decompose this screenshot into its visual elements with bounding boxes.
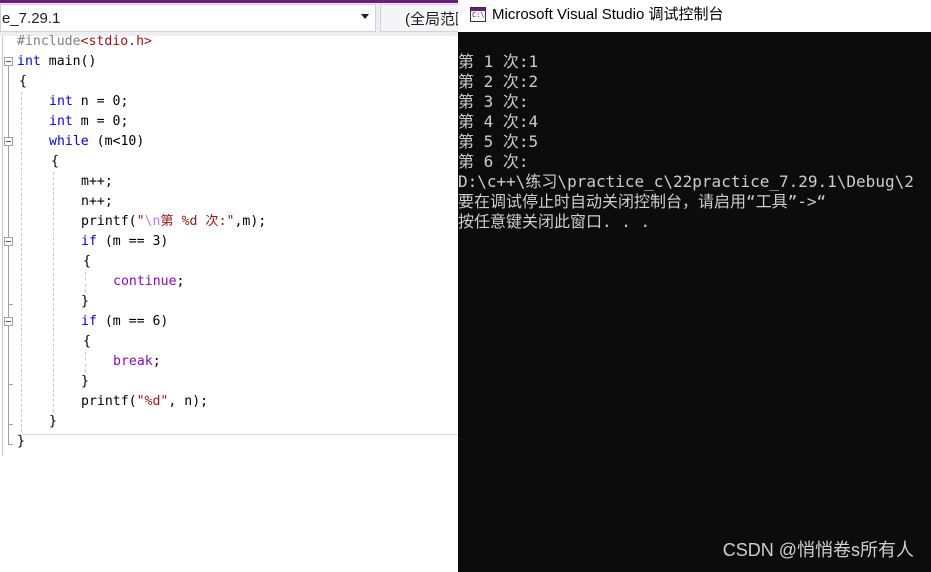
code-line[interactable]: while (m<10)	[49, 132, 144, 152]
keyword-token: if	[81, 314, 97, 329]
scope-dropdown-label: (全局范围)	[405, 10, 458, 28]
current-line-marker	[17, 434, 458, 435]
fold-toggle-icon[interactable]	[4, 237, 13, 246]
fold-line	[8, 246, 9, 304]
console-line: 第 4 次:4	[458, 112, 539, 131]
indent-guide	[53, 172, 54, 412]
console-title: Microsoft Visual Studio 调试控制台	[492, 6, 724, 23]
code-text: n = 0;	[72, 94, 129, 109]
code-line[interactable]: printf("\n第 %d 次:",m);	[81, 212, 266, 232]
format-token: %d	[144, 394, 161, 409]
debug-console-window[interactable]: C:\ Microsoft Visual Studio 调试控制台 第 1 次:…	[458, 0, 931, 572]
code-line[interactable]: int n = 0;	[49, 92, 128, 112]
project-dropdown[interactable]: e_7.29.1	[0, 4, 376, 32]
console-line: D:\c++\练习\practice_c\22practice_7.29.1\D…	[458, 172, 914, 191]
code-line[interactable]: }	[81, 372, 89, 392]
code-text: ;	[176, 274, 185, 289]
fold-end	[8, 444, 13, 445]
indent-guide	[85, 352, 86, 372]
code-line[interactable]: m++;	[81, 172, 113, 192]
console-line: 第 5 次:5	[458, 132, 539, 151]
navigation-bar: e_7.29.1 (全局范围)	[0, 0, 458, 36]
code-line[interactable]: if (m == 3)	[81, 232, 168, 252]
string-token: "	[136, 394, 145, 409]
dropdown-arrow-icon[interactable]	[361, 14, 369, 19]
code-text: {	[51, 154, 59, 169]
keyword-token: int	[49, 94, 73, 109]
console-title-bar[interactable]: C:\ Microsoft Visual Studio 调试控制台	[458, 0, 931, 32]
fold-line	[8, 326, 9, 384]
code-text: }	[17, 434, 25, 449]
code-text: ,m);	[234, 214, 267, 229]
control-keyword-token: continue	[113, 274, 177, 289]
keyword-token: int	[49, 114, 73, 129]
console-line: 要在调试停止时自动关闭控制台，请启用“工具”->“	[458, 192, 827, 211]
console-icon-glyph: C:\	[472, 11, 485, 19]
code-text: ;	[152, 354, 161, 369]
code-text: }	[81, 374, 89, 389]
format-token: %d	[181, 214, 198, 229]
code-text: }	[81, 294, 89, 309]
code-line[interactable]: int main()	[17, 52, 96, 72]
code-text: , n);	[168, 394, 209, 409]
code-text: (m == 6)	[96, 314, 169, 329]
include-path-token: <stdio.h>	[80, 34, 152, 49]
code-line[interactable]: {	[83, 252, 91, 272]
code-line[interactable]: }	[81, 292, 89, 312]
keyword-token: if	[81, 234, 97, 249]
function-token: printf(	[81, 214, 137, 229]
code-line[interactable]: if (m == 6)	[81, 312, 168, 332]
function-token: printf(	[81, 394, 137, 409]
code-text: }	[49, 414, 57, 429]
string-token: "	[136, 214, 145, 229]
code-line[interactable]: printf("%d", n);	[81, 392, 208, 412]
fold-toggle-icon[interactable]	[4, 317, 13, 326]
fold-toggle-icon[interactable]	[4, 137, 13, 146]
preprocessor-token: #include	[17, 34, 81, 49]
code-line[interactable]: }	[49, 412, 57, 432]
code-line[interactable]: {	[19, 72, 27, 92]
indent-guide	[85, 272, 86, 292]
console-app-icon[interactable]: C:\	[470, 7, 486, 22]
console-line: 第 6 次:	[458, 152, 529, 171]
console-line: 第 2 次:2	[458, 72, 539, 91]
editor-margin-line	[2, 36, 3, 456]
fold-end	[8, 424, 13, 425]
code-line[interactable]: }	[17, 432, 25, 452]
project-dropdown-label: e_7.29.1	[2, 9, 61, 27]
console-line: 按任意键关闭此窗口. . .	[458, 212, 651, 231]
code-line[interactable]: break;	[113, 352, 161, 372]
console-line: 第 3 次:	[458, 92, 529, 111]
code-text: (m<10)	[88, 134, 145, 149]
code-text: m = 0;	[72, 114, 129, 129]
console-line: 第 1 次:1	[458, 52, 539, 71]
code-editor[interactable]: e_7.29.1 (全局范围) #include<stdio.h> int ma…	[0, 0, 458, 572]
fold-toggle-icon[interactable]	[4, 57, 13, 66]
code-text: {	[83, 334, 91, 349]
code-text: {	[83, 254, 91, 269]
scope-dropdown[interactable]: (全局范围)	[380, 4, 458, 32]
fold-end	[8, 384, 13, 385]
code-line[interactable]: {	[83, 332, 91, 352]
code-line[interactable]: continue;	[113, 272, 184, 292]
string-token: 第	[160, 214, 182, 229]
control-keyword-token: break	[113, 354, 153, 369]
code-line[interactable]: #include<stdio.h>	[17, 32, 152, 52]
code-line[interactable]: n++;	[81, 192, 113, 212]
code-text: n++;	[81, 194, 113, 209]
code-line[interactable]: int m = 0;	[49, 112, 128, 132]
keyword-token: while	[49, 134, 89, 149]
code-text: m++;	[81, 174, 113, 189]
watermark: CSDN @悄悄卷s所有人	[722, 540, 914, 560]
indent-guide	[21, 92, 22, 432]
nav-accent-strip	[0, 0, 458, 3]
escape-token: \n	[144, 214, 161, 229]
code-line[interactable]: {	[51, 152, 59, 172]
string-token: 次:"	[197, 214, 235, 229]
code-text: (m == 3)	[96, 234, 169, 249]
keyword-token: int	[17, 54, 41, 69]
fold-end	[8, 304, 13, 305]
code-text: main()	[40, 54, 97, 69]
code-text: {	[19, 74, 27, 89]
